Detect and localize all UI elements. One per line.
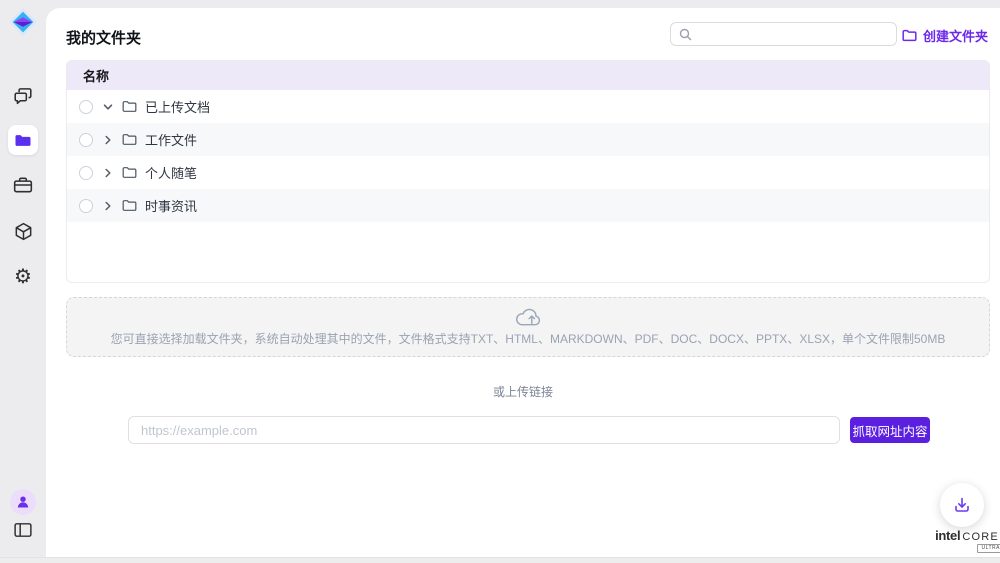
column-name: 名称 bbox=[83, 66, 109, 85]
search-icon bbox=[679, 28, 692, 41]
sidebar-item-workspace[interactable] bbox=[8, 170, 38, 200]
table-row[interactable]: 已上传文档 bbox=[67, 90, 989, 123]
sidebar-item-packages[interactable] bbox=[8, 216, 38, 246]
gear-icon: ⚙ bbox=[14, 267, 32, 287]
main-panel: 我的文件夹 创建文件夹 名称 已上传文档 bbox=[46, 8, 1000, 563]
intel-text: intel bbox=[935, 528, 960, 543]
row-checkbox[interactable] bbox=[79, 100, 93, 114]
cube-icon bbox=[14, 222, 33, 241]
window-bottom-edge bbox=[0, 557, 1000, 563]
chat-icon bbox=[13, 87, 33, 105]
sidebar-item-settings[interactable]: ⚙ bbox=[8, 262, 38, 292]
row-checkbox[interactable] bbox=[79, 199, 93, 213]
folder-name: 工作文件 bbox=[145, 130, 197, 149]
cloud-upload-icon bbox=[513, 307, 543, 328]
upload-dropzone[interactable]: 您可直接选择加载文件夹，系统自动处理其中的文件，文件格式支持TXT、HTML、M… bbox=[66, 297, 990, 357]
table-row[interactable]: 时事资讯 bbox=[67, 189, 989, 222]
table-row[interactable]: 个人随笔 bbox=[67, 156, 989, 189]
folder-table: 名称 已上传文档 工作文件 bbox=[66, 60, 990, 283]
download-fab-button[interactable] bbox=[940, 483, 984, 527]
create-folder-button[interactable]: 创建文件夹 bbox=[902, 25, 988, 45]
download-tray-icon bbox=[953, 496, 971, 514]
chevron-down-icon[interactable] bbox=[102, 101, 114, 113]
briefcase-icon bbox=[13, 176, 33, 194]
folder-name: 已上传文档 bbox=[145, 97, 210, 116]
or-upload-link-label: 或上传链接 bbox=[46, 383, 1000, 400]
search-box bbox=[670, 22, 897, 46]
intel-wordmark: intel core bbox=[935, 528, 999, 543]
folder-name: 个人随笔 bbox=[145, 163, 197, 182]
core-text: core bbox=[962, 531, 999, 543]
sidebar-item-toggle-panel[interactable] bbox=[8, 515, 38, 545]
app-logo bbox=[8, 7, 38, 37]
row-checkbox[interactable] bbox=[79, 166, 93, 180]
chevron-right-icon[interactable] bbox=[102, 200, 114, 212]
page-title: 我的文件夹 bbox=[66, 27, 141, 48]
folder-plus-icon bbox=[902, 29, 917, 42]
person-icon bbox=[15, 494, 31, 510]
folder-icon bbox=[122, 133, 137, 146]
create-folder-label: 创建文件夹 bbox=[923, 26, 988, 45]
folder-icon bbox=[122, 199, 137, 212]
panel-layout-icon bbox=[14, 522, 32, 538]
upload-hint: 您可直接选择加载文件夹，系统自动处理其中的文件，文件格式支持TXT、HTML、M… bbox=[111, 330, 946, 347]
ultra-badge: ultra bbox=[977, 544, 1000, 553]
sidebar-item-chat[interactable] bbox=[8, 81, 38, 111]
folder-icon bbox=[122, 166, 137, 179]
fetch-url-button[interactable]: 抓取网址内容 bbox=[850, 417, 930, 443]
search-input[interactable] bbox=[698, 27, 896, 41]
folder-name: 时事资讯 bbox=[145, 196, 197, 215]
sidebar: ⚙ bbox=[0, 0, 46, 563]
url-input[interactable] bbox=[128, 416, 840, 444]
sidebar-item-profile[interactable] bbox=[8, 487, 38, 517]
avatar bbox=[10, 489, 36, 515]
sidebar-item-folders[interactable] bbox=[8, 125, 38, 155]
chevron-right-icon[interactable] bbox=[102, 134, 114, 146]
folder-icon bbox=[122, 100, 137, 113]
gem-logo-icon bbox=[8, 7, 38, 37]
folder-icon bbox=[14, 133, 32, 148]
table-header: 名称 bbox=[67, 61, 989, 90]
table-row[interactable]: 工作文件 bbox=[67, 123, 989, 156]
chevron-right-icon[interactable] bbox=[102, 167, 114, 179]
intel-core-ultra-logo: intel core ultra bbox=[926, 528, 1000, 553]
row-checkbox[interactable] bbox=[79, 133, 93, 147]
